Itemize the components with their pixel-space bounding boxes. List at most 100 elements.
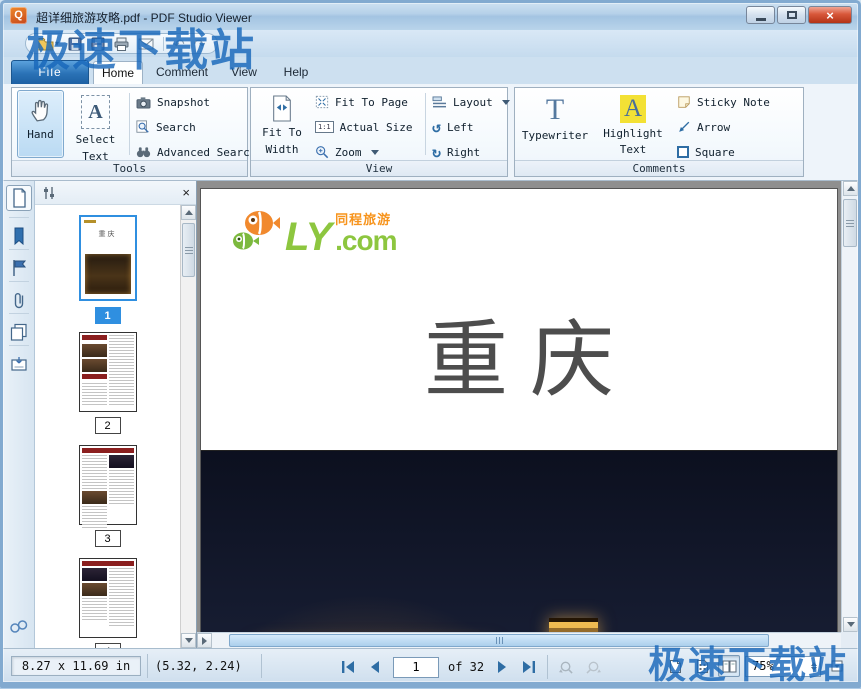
previous-page-icon	[370, 661, 380, 673]
zoom-button[interactable]: Zoom	[315, 142, 379, 162]
minimize-button[interactable]	[746, 6, 775, 24]
thumbnail-page-3[interactable]	[79, 445, 137, 525]
title-bar: Q 超详细旅游攻略.pdf - PDF Studio Viewer ×	[0, 0, 861, 30]
last-page-button[interactable]	[520, 657, 538, 677]
panel-close-button[interactable]: ×	[182, 186, 190, 199]
fish-logo-icon	[229, 207, 281, 253]
layout-dropdown-chevron	[502, 100, 510, 105]
tab-help[interactable]: Help	[273, 61, 319, 84]
hand-icon	[28, 96, 54, 124]
signatures-panel-button[interactable]	[6, 351, 32, 377]
destinations-panel-button[interactable]	[6, 255, 32, 281]
panel-options-icon[interactable]	[41, 186, 57, 200]
open-file-button[interactable]: ▾	[38, 37, 59, 51]
vertical-scroll-thumb[interactable]	[843, 199, 857, 247]
link-tool-button[interactable]	[6, 614, 32, 640]
single-page-layout-button[interactable]	[664, 655, 686, 677]
arrow-annotation-button[interactable]: Arrow	[677, 117, 730, 137]
previous-view-button[interactable]	[557, 657, 575, 677]
lycom-logo: LY 同程旅游 .com	[229, 207, 397, 253]
save-button[interactable]	[68, 37, 82, 51]
sidebar-icon-strip	[3, 181, 35, 648]
scroll-right-button[interactable]	[197, 633, 212, 648]
logo-com-text: .com	[335, 228, 396, 253]
select-text-button[interactable]: A Select Text	[68, 90, 123, 158]
signature-icon	[10, 356, 28, 372]
strip-separator	[9, 345, 29, 346]
zoom-menu-button[interactable]	[826, 655, 848, 677]
facing-layout-button[interactable]	[718, 655, 740, 677]
group-tools: Hand A Select Text Snapshot Search Advan…	[11, 87, 248, 177]
sticky-note-button[interactable]: Sticky Note	[677, 92, 770, 112]
rotate-right-button[interactable]: ↻ Right	[432, 142, 480, 162]
search-button[interactable]: Search	[136, 117, 196, 137]
scrollbar-thumb[interactable]	[182, 223, 195, 277]
save-as-button[interactable]	[91, 37, 105, 51]
group-label-view: View	[251, 160, 507, 176]
next-page-icon	[497, 661, 507, 673]
snapshot-button[interactable]: Snapshot	[136, 92, 210, 112]
next-view-button[interactable]	[584, 657, 602, 677]
triangle-up-icon	[185, 210, 193, 215]
typewriter-button[interactable]: T Typewriter	[521, 90, 589, 158]
thumbnails-scrollbar[interactable]	[180, 205, 196, 648]
print-icon	[114, 37, 129, 51]
tab-comment[interactable]: Comment	[149, 61, 215, 84]
page-navigation: of 32	[339, 655, 602, 679]
ribbon: Hand A Select Text Snapshot Search Advan…	[3, 84, 858, 181]
thumbnail-page-1[interactable]: 重庆	[79, 215, 137, 301]
continuous-layout-button[interactable]	[691, 655, 713, 677]
hand-tool-button[interactable]: Hand	[17, 90, 64, 158]
undo-button[interactable]: ↶	[173, 37, 185, 51]
rotate-right-icon: ↻	[432, 145, 441, 160]
vertical-scrollbar[interactable]	[841, 181, 858, 632]
redo-button[interactable]: ↷	[194, 37, 206, 51]
print-button[interactable]	[114, 37, 129, 51]
highlight-text-button[interactable]: A Highlight Text	[597, 90, 669, 158]
scroll-down-button[interactable]	[181, 633, 196, 648]
email-button[interactable]	[138, 38, 154, 50]
advanced-search-button[interactable]: Advanced Search	[136, 142, 256, 162]
fit-to-width-button[interactable]: Fit To Width	[256, 90, 308, 158]
typewriter-icon: T	[546, 95, 564, 125]
group-view: Fit To Width Fit To Page 1:1 Actual Size…	[250, 87, 508, 177]
triangle-down-icon	[847, 622, 855, 627]
scroll-up-button[interactable]	[181, 205, 196, 220]
tab-file[interactable]: File	[11, 60, 89, 84]
tab-view[interactable]: View	[221, 61, 267, 84]
bookmarks-panel-button[interactable]	[6, 223, 32, 249]
pages-panel-button[interactable]	[6, 185, 32, 211]
maximize-button[interactable]	[777, 6, 806, 24]
square-icon	[677, 146, 689, 158]
rotate-left-button[interactable]: ↺ Left	[432, 117, 474, 137]
attachments-panel-button[interactable]	[6, 287, 32, 313]
horizontal-scroll-thumb[interactable]	[229, 634, 769, 647]
pdf-page: LY 同程旅游 .com 重庆	[200, 188, 838, 648]
next-page-button[interactable]	[493, 657, 511, 677]
page-number-input[interactable]	[393, 657, 439, 678]
fit-to-page-button[interactable]: Fit To Page	[315, 92, 408, 112]
group-divider	[425, 93, 426, 155]
zoom-magnifier-icon	[315, 145, 329, 159]
previous-page-button[interactable]	[366, 657, 384, 677]
square-annotation-button[interactable]: Square	[677, 142, 735, 162]
layers-panel-button[interactable]	[6, 319, 32, 345]
horizontal-scrollbar[interactable]	[197, 632, 841, 648]
layout-icon	[432, 96, 447, 109]
scroll-down-button[interactable]	[843, 617, 858, 632]
scroll-up-button[interactable]	[843, 181, 858, 196]
thumbnails-list: 重庆 1 2 3	[35, 205, 180, 648]
close-button[interactable]: ×	[808, 6, 852, 24]
thumbnail-page-4[interactable]	[79, 558, 137, 638]
first-page-button[interactable]	[339, 657, 357, 677]
layout-button[interactable]: Layout	[432, 92, 510, 112]
zoom-spinner[interactable]	[811, 662, 817, 671]
actual-size-button[interactable]: 1:1 Actual Size	[315, 117, 413, 137]
thumbnails-header: ×	[35, 181, 196, 205]
strip-separator	[9, 313, 29, 314]
layers-icon	[10, 323, 28, 341]
tab-home[interactable]: Home	[93, 61, 143, 84]
thumbnail-page-2[interactable]	[79, 332, 137, 412]
group-comments: T Typewriter A Highlight Text Sticky Not…	[514, 87, 804, 177]
zoom-level-combo[interactable]: 75%	[745, 656, 821, 677]
